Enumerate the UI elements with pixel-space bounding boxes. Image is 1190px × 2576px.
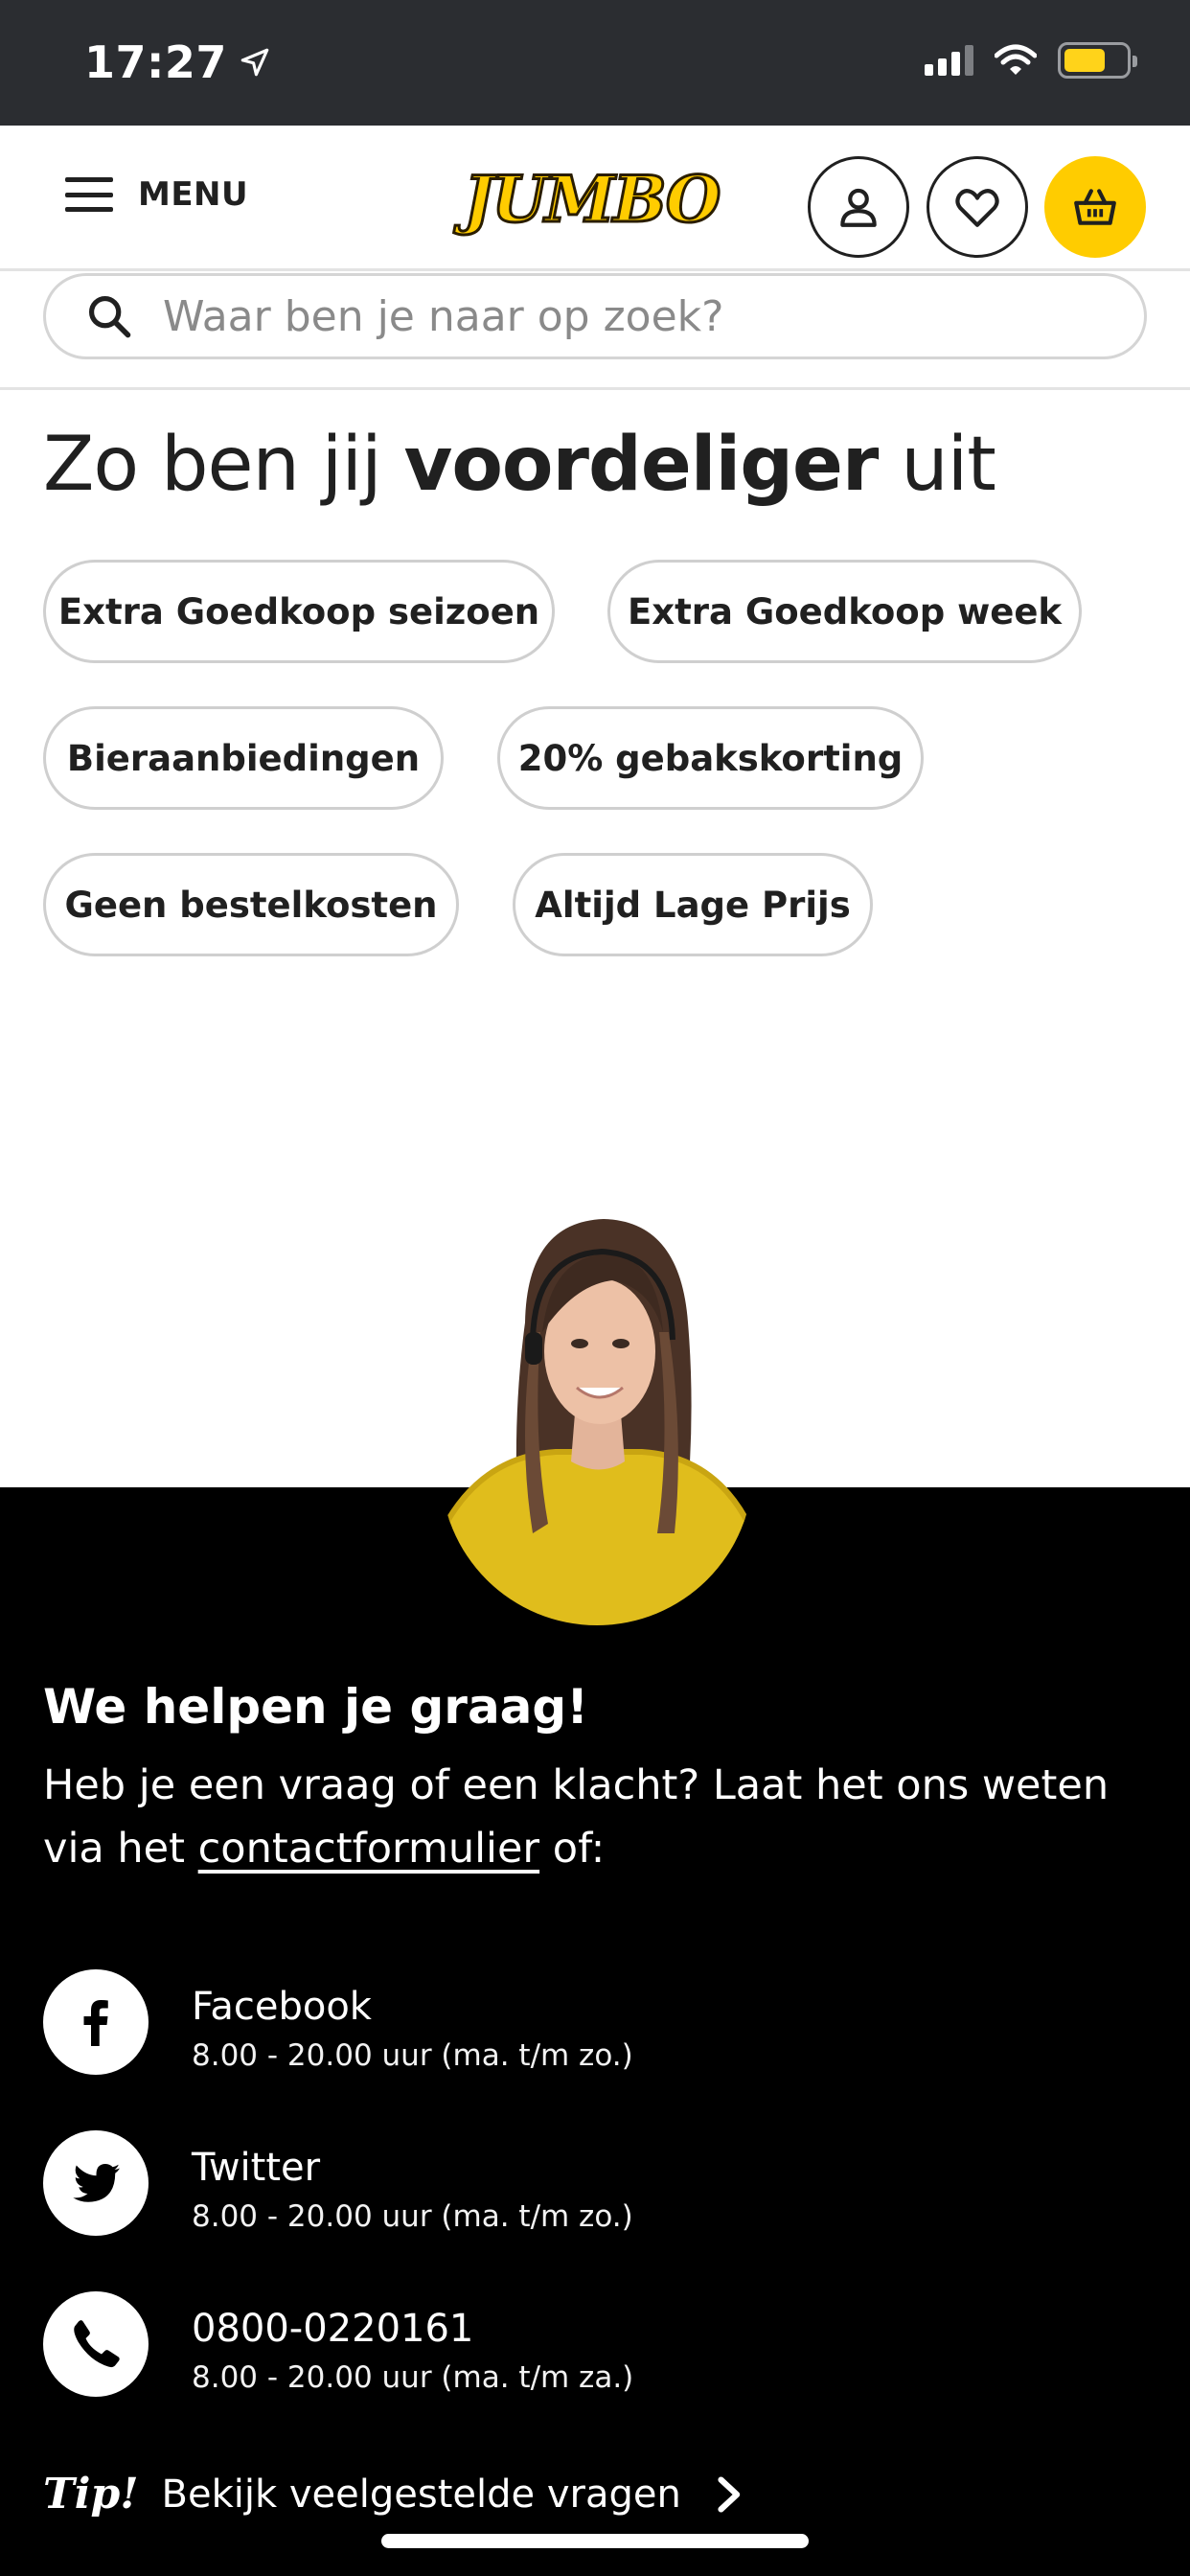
promo-title-suffix: uit — [878, 422, 996, 508]
faq-link-text: Bekijk veelgestelde vragen — [161, 2472, 681, 2517]
menu-button[interactable]: MENU — [65, 175, 248, 214]
contact-name: Facebook — [192, 1985, 372, 2029]
hamburger-icon — [65, 177, 113, 212]
contact-hours: 8.00 - 20.00 uur (ma. t/m zo.) — [192, 2038, 633, 2073]
account-icon — [840, 188, 877, 227]
wifi-icon — [995, 44, 1037, 75]
location-arrow-icon — [240, 48, 269, 77]
promo-title-prefix: Zo ben jij — [43, 422, 404, 508]
tip-label: Tip! — [43, 2470, 139, 2518]
help-section: We helpen je graag! Heb je een vraag of … — [0, 1487, 1190, 2576]
facebook-icon — [83, 2000, 108, 2046]
chip-extra-goedkoop-week[interactable]: Extra Goedkoop week — [607, 560, 1082, 663]
status-bar: 17:27 — [0, 0, 1190, 126]
help-title: We helpen je graag! — [43, 1679, 589, 1735]
customer-service-agent-photo — [441, 1219, 753, 1625]
status-time: 17:27 — [84, 36, 271, 88]
contact-name: Twitter — [192, 2146, 321, 2190]
help-text-after: of: — [539, 1825, 606, 1873]
favorites-button[interactable] — [927, 156, 1028, 258]
promo-title: Zo ben jij voordeliger uit — [43, 422, 996, 508]
site-header: MENU JUMBO — [0, 126, 1190, 271]
contact-form-link[interactable]: contactformulier — [198, 1825, 539, 1873]
search-icon — [88, 295, 131, 338]
twitter-icon — [73, 2164, 120, 2202]
account-button[interactable] — [808, 156, 909, 258]
chip-geen-bestelkosten[interactable]: Geen bestelkosten — [43, 853, 459, 956]
status-time-text: 17:27 — [84, 36, 227, 88]
faq-link[interactable]: Tip! Bekijk veelgestelde vragen — [43, 2470, 744, 2518]
promo-title-bold: voordeliger — [403, 422, 880, 508]
contact-hours: 8.00 - 20.00 uur (ma. t/m za.) — [192, 2360, 634, 2395]
search-bar[interactable] — [43, 273, 1147, 359]
chip-bieraanbiedingen[interactable]: Bieraanbiedingen — [43, 706, 444, 810]
contact-hours: 8.00 - 20.00 uur (ma. t/m zo.) — [192, 2199, 633, 2234]
help-text: Heb je een vraag of een klacht? Laat het… — [43, 1754, 1155, 1880]
battery-icon — [1058, 42, 1137, 79]
chevron-right-icon — [718, 2475, 741, 2513]
status-icons — [925, 42, 1137, 79]
home-indicator — [381, 2534, 809, 2548]
contact-twitter[interactable]: Twitter 8.00 - 20.00 uur (ma. t/m zo.) — [43, 2130, 633, 2236]
basket-icon — [1074, 189, 1116, 225]
chip-gebakskorting[interactable]: 20% gebakskorting — [497, 706, 924, 810]
phone-icon — [74, 2320, 120, 2368]
heart-icon — [955, 189, 999, 227]
jumbo-logo[interactable]: JUMBO — [462, 161, 721, 239]
contact-facebook[interactable]: Facebook 8.00 - 20.00 uur (ma. t/m zo.) — [43, 1969, 633, 2075]
basket-button[interactable] — [1044, 156, 1146, 258]
divider — [0, 387, 1190, 390]
contact-name: 0800-0220161 — [192, 2307, 474, 2351]
chip-altijd-lage-prijs[interactable]: Altijd Lage Prijs — [513, 853, 873, 956]
chip-extra-goedkoop-seizoen[interactable]: Extra Goedkoop seizoen — [43, 560, 555, 663]
menu-label: MENU — [138, 175, 249, 214]
search-input[interactable] — [163, 291, 1025, 341]
cellular-signal-icon — [925, 45, 973, 76]
contact-phone[interactable]: 0800-0220161 8.00 - 20.00 uur (ma. t/m z… — [43, 2291, 633, 2397]
